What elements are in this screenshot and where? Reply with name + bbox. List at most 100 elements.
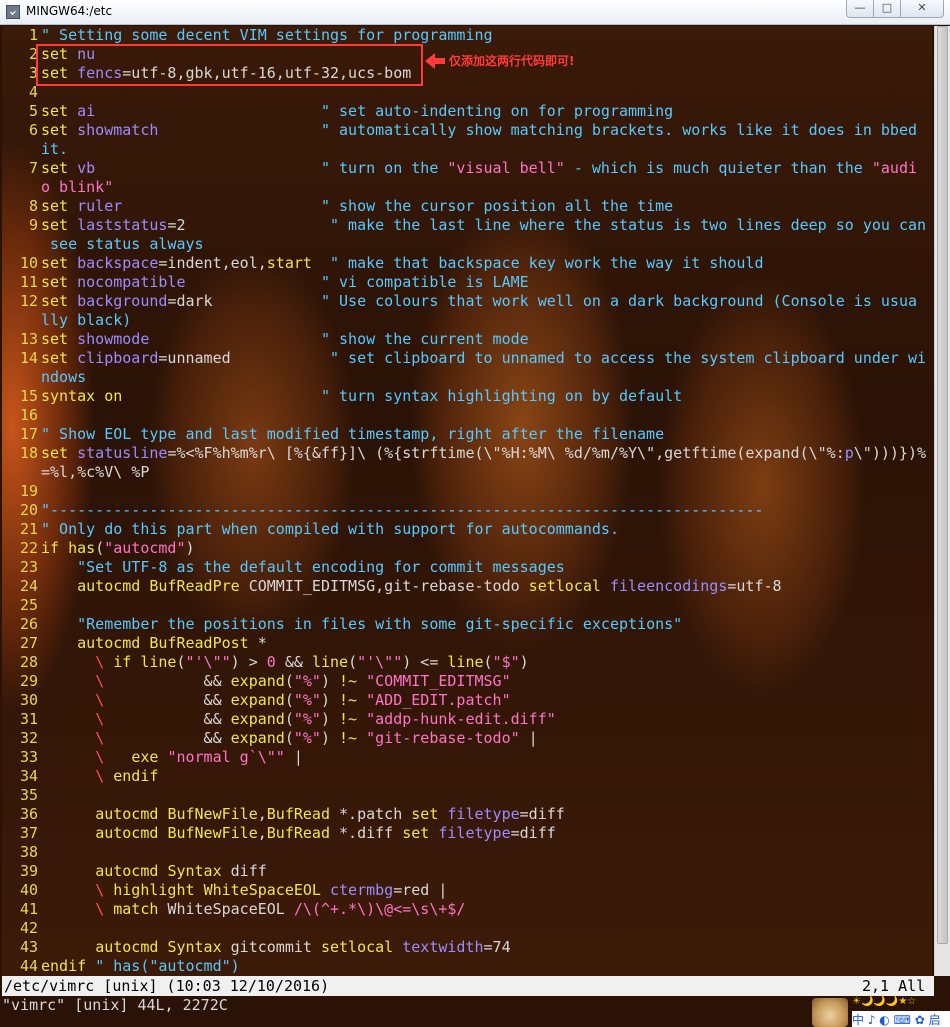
vim-command-line[interactable]: "vimrc" [unix] 44L, 2272C [2,996,810,1027]
code-line[interactable]: 16 [2,406,932,425]
code-line[interactable]: 15 syntax on " turn syntax highlighting o… [2,387,932,406]
code-line[interactable]: 38 [2,843,932,862]
line-number: 44 [19,957,38,975]
continuation-token: \ [95,767,105,785]
code-line[interactable]: 21 " Only do this part when compiled with… [2,520,932,539]
code-line[interactable]: lly black) [2,311,932,330]
code-line[interactable]: 27 autocmd BufReadPost * [2,634,932,653]
text-token: =utf-8 [727,577,782,595]
code-line[interactable]: 29 \ && expand("%") !~ "COMMIT_EDITMSG" [2,672,932,691]
line-number: 37 [19,824,38,842]
tray-icons[interactable]: ☀🌙🌙🌙★☆ [852,996,950,1010]
code-line[interactable]: 36 autocmd BufNewFile,BufRead *.patch se… [2,805,932,824]
code-line[interactable]: 37 autocmd BufNewFile,BufRead *.diff set… [2,824,932,843]
keyword-token: !~ [339,672,358,690]
dog-avatar-icon[interactable] [812,998,848,1027]
code-line[interactable]: 40 \ highlight WhiteSpaceEOL ctermbg=red… [2,881,932,900]
vertical-scrollbar[interactable] [934,26,950,976]
code-line[interactable]: 33 \ exe "normal g`\"" | [2,748,932,767]
maximize-button[interactable]: □ [873,0,901,18]
continuation-token: \ [95,691,105,709]
code-line[interactable]: 9 set laststatus=2 " make the last line w… [2,216,932,235]
code-line[interactable]: 8 set ruler " show the cursor position al… [2,197,932,216]
vim-editor-buffer[interactable]: 1 " Setting some decent VIM settings for … [2,26,932,976]
continuation-token: \ [95,729,105,747]
code-line[interactable]: 20 "-------------------------------------… [2,501,932,520]
code-line[interactable]: 35 [2,786,932,805]
code-line[interactable]: 1 " Setting some decent VIM settings for … [2,26,932,45]
title-bar[interactable]: MINGW64:/etc — □ ✕ [0,0,950,25]
string-token: "git-rebase-todo" [366,729,520,747]
code-line[interactable]: ndows [2,368,932,387]
window-title: MINGW64:/etc [26,4,113,18]
line-number: 29 [19,672,38,690]
code-line[interactable]: 42 [2,919,932,938]
code-line[interactable]: 28 \ if line("'\"") > 0 && line("'\"") <… [2,653,932,672]
code-line[interactable]: 43 autocmd Syntax gitcommit setlocal tex… [2,938,932,957]
text-token: ) [519,653,529,671]
code-line[interactable]: 10 set backspace=indent,eol,start " make … [2,254,932,273]
line-number: 20 [19,501,38,519]
code-line[interactable]: 23 "Set UTF-8 as the default encoding fo… [2,558,932,577]
line-number: 25 [19,596,38,614]
scrollbar-thumb[interactable] [937,26,948,944]
minimize-button[interactable]: — [846,0,874,18]
line-number: 31 [19,710,38,728]
string-token: "%" [293,710,321,728]
code-line[interactable]: 7 set vb " turn on the "visual bell" - wh… [2,159,932,178]
string-token: "visual bell" [447,159,565,177]
code-line[interactable]: 24 autocmd BufReadPre COMMIT_EDITMSG,git… [2,577,932,596]
keyword-token: expand [230,691,285,709]
code-line[interactable]: 32 \ && expand("%") !~ "git-rebase-todo"… [2,729,932,748]
code-line[interactable]: 11 set nocompatible " vi compatible is LA… [2,273,932,292]
comment-token: ndows [41,368,87,386]
code-line[interactable]: =%l,%c%V\ %P [2,463,932,482]
code-line[interactable]: 41 \ match WhiteSpaceEOL /\(^+.*\)\@<=\s… [2,900,932,919]
ime-toolbar[interactable]: 中 ♪ ◐ ⌨ ✿ 启 [852,1011,950,1027]
option-token: statusline [77,444,168,462]
code-line[interactable]: 44 endif " has("autocmd") [2,957,932,976]
code-line[interactable]: 39 autocmd Syntax diff [2,862,932,881]
code-line[interactable]: 5 set ai " set auto-indenting on for prog… [2,102,932,121]
code-line[interactable]: 14 set clipboard=unnamed " set clipboard … [2,349,932,368]
code-line[interactable]: 17 " Show EOL type and last modified time… [2,425,932,444]
code-line[interactable]: it. [2,140,932,159]
text-token: ) [320,729,340,747]
code-line[interactable]: 6 set showmatch " automatically show matc… [2,121,932,140]
line-number: 40 [19,881,38,899]
code-line[interactable]: o blink" [2,178,932,197]
continuation-token: \ [95,653,105,671]
code-line[interactable]: 30 \ && expand("%") !~ "ADD_EDIT.patch" [2,691,932,710]
line-number: 35 [19,786,38,804]
code-line[interactable]: 34 \ endif [2,767,932,786]
keyword-token: set [41,273,69,291]
code-line[interactable]: 18 set statusline=%<%F%h%m%r\ [%{&ff}]\ (… [2,444,932,463]
comment-token: it. [41,140,69,158]
code-line[interactable]: see status always [2,235,932,254]
close-button[interactable]: ✕ [900,0,944,18]
text-token: *.patch [330,805,412,823]
code-line[interactable]: 31 \ && expand("%") !~ "addp-hunk-edit.d… [2,710,932,729]
code-line[interactable]: 26 "Remember the positions in files with… [2,615,932,634]
code-line[interactable]: 13 set showmode " show the current mode [2,330,932,349]
code-line[interactable]: 19 [2,482,932,501]
comment-token: " Setting some decent VIM settings for p… [41,26,493,44]
code-line[interactable]: 22 if has("autocmd") [2,539,932,558]
code-line[interactable]: 25 [2,596,932,615]
code-line[interactable]: 12 set background=dark " Use colours that… [2,292,932,311]
